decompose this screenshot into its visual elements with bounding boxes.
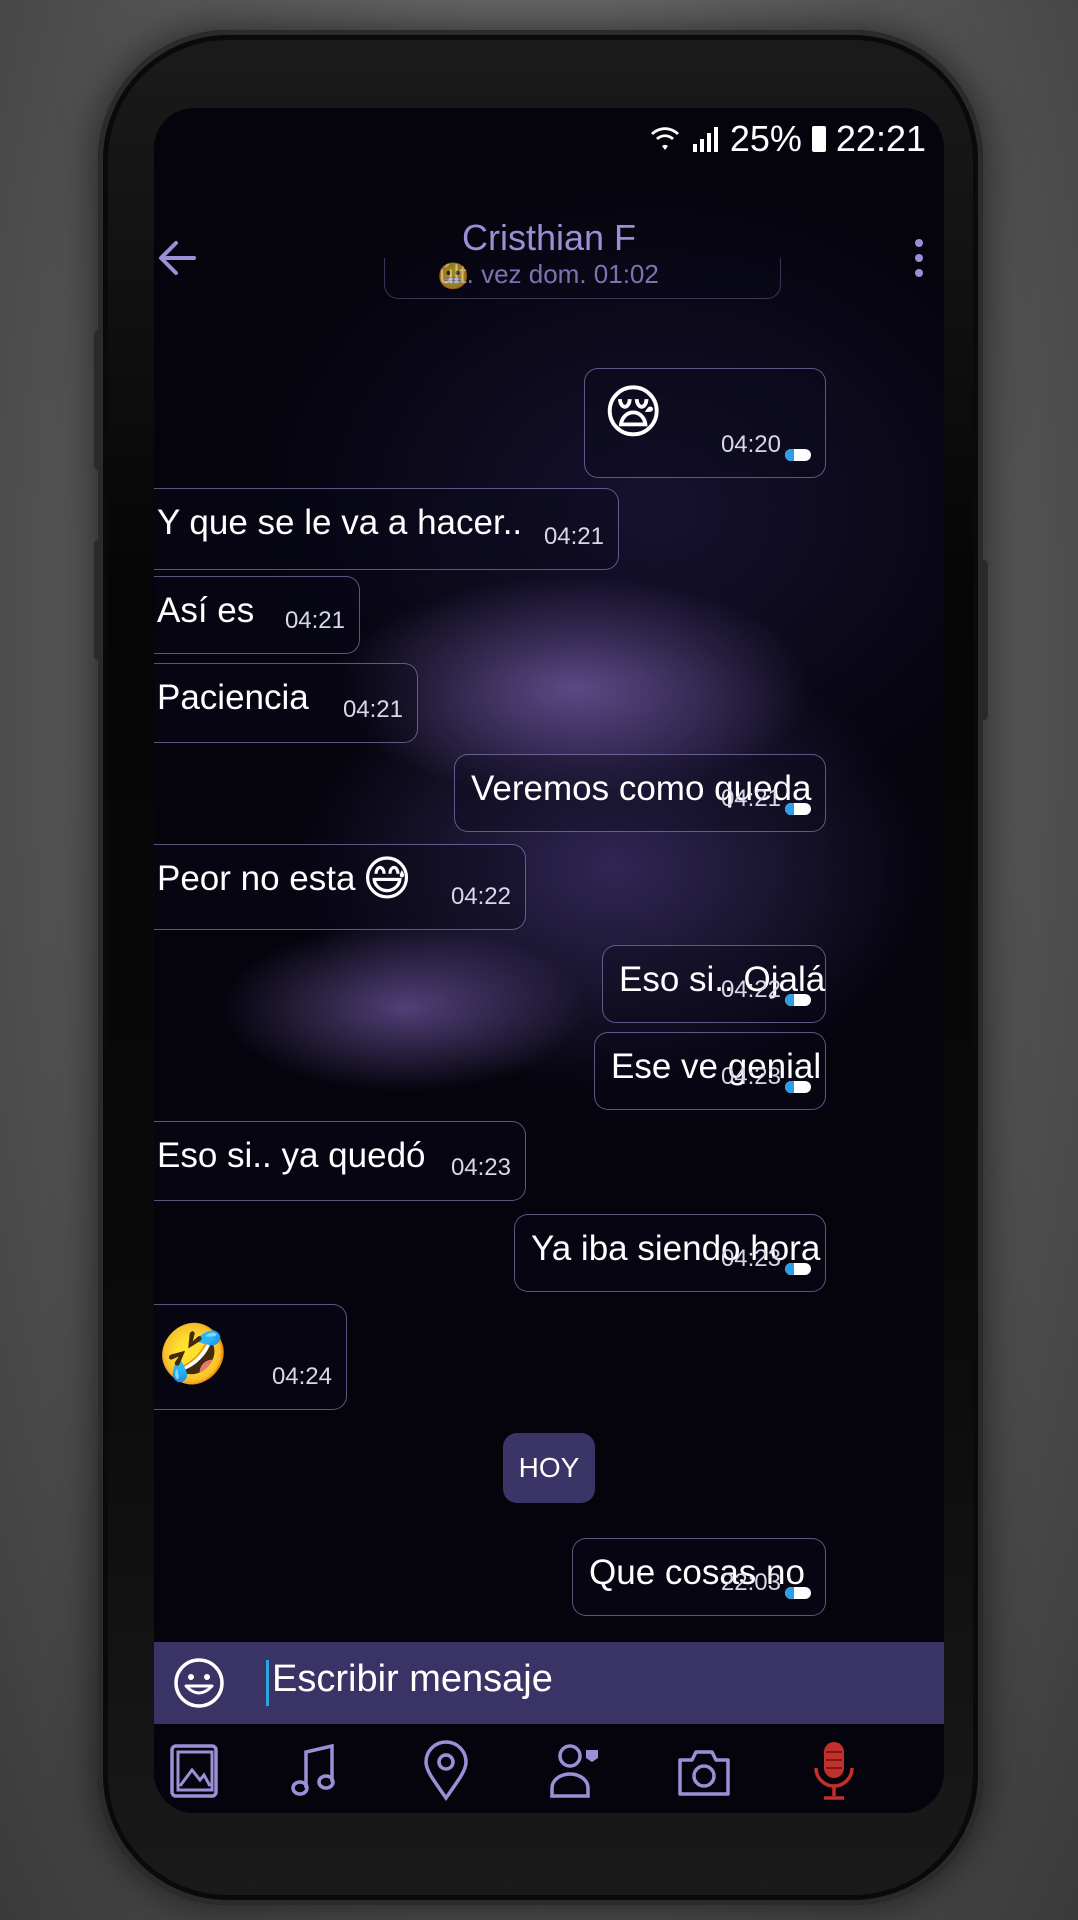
bixby-button: [94, 540, 102, 660]
gallery-icon[interactable]: [164, 1738, 224, 1804]
camera-icon[interactable]: [674, 1738, 734, 1804]
message-text: Peor no esta: [157, 859, 356, 898]
read-receipt-icon: [785, 994, 811, 1006]
grin-emoji: 😬: [437, 261, 470, 291]
clock: 22:21: [835, 118, 926, 159]
message-bubble[interactable]: Que cosas no 22:03: [572, 1538, 826, 1616]
wifi-icon: [650, 127, 679, 150]
status-bar: 25% 22:21: [650, 118, 926, 160]
signal-icon: [692, 127, 718, 152]
message-time: 04:20: [720, 431, 781, 458]
read-receipt-icon: [785, 1081, 811, 1093]
message-composer: Escribir mensaje: [154, 1642, 944, 1724]
message-bubble[interactable]: Eso si.. ya quedó 04:23: [154, 1121, 526, 1201]
message-time: 04:21: [284, 607, 345, 634]
message-time: 04:21: [342, 696, 403, 723]
message-time: 04:23: [720, 1245, 781, 1272]
message-bubble[interactable]: Ya iba siendo hora 04:23: [514, 1214, 826, 1292]
message-time: 04:22: [720, 976, 781, 1003]
message-bubble[interactable]: 😪 04:20: [584, 368, 826, 478]
message-input[interactable]: Escribir mensaje: [272, 1658, 553, 1701]
contact-icon[interactable]: [544, 1738, 604, 1804]
volume-button: [94, 330, 102, 470]
message-time: 04:23: [450, 1154, 511, 1181]
day-divider: HOY: [503, 1433, 595, 1503]
chat-screen: 25% 22:21 Cristhian F últ. vez dom. 01:0…: [154, 108, 944, 1813]
text-cursor: [266, 1660, 269, 1706]
message-text: Paciencia: [157, 678, 309, 717]
power-button: [980, 560, 988, 720]
message-bubble-partial: 😬: [384, 258, 781, 299]
message-bubble[interactable]: Así es 04:21: [154, 576, 360, 654]
more-options-icon[interactable]: [904, 233, 934, 283]
message-time: 04:21: [720, 785, 781, 812]
location-icon[interactable]: [416, 1738, 476, 1804]
message-time: 22:03: [720, 1569, 781, 1596]
read-receipt-icon: [785, 1587, 811, 1599]
attachment-toolbar: [154, 1738, 944, 1808]
battery-percentage: 25%: [729, 118, 802, 159]
read-receipt-icon: [785, 803, 811, 815]
emoji-icon[interactable]: [172, 1656, 226, 1710]
message-bubble[interactable]: Y que se le va a hacer.. 04:21: [154, 488, 619, 570]
sweat-smile-emoji: 😅: [362, 853, 413, 906]
read-receipt-icon: [785, 449, 811, 461]
message-bubble[interactable]: Paciencia 04:21: [154, 663, 418, 743]
message-bubble[interactable]: Veremos como queda 04:21: [454, 754, 826, 832]
message-text: Eso si.. ya quedó: [157, 1136, 426, 1175]
message-bubble[interactable]: Eso si.. Ojalá 04:22: [602, 945, 826, 1023]
music-icon[interactable]: [284, 1738, 344, 1804]
message-time: 04:23: [720, 1063, 781, 1090]
message-bubble[interactable]: 🤣 04:24: [154, 1304, 347, 1410]
sleepy-emoji: 😪: [603, 380, 664, 445]
message-time: 04:22: [450, 883, 511, 910]
message-text: Y que se le va a hacer..: [157, 503, 523, 542]
message-bubble[interactable]: Peor no esta 😅 04:22: [154, 844, 526, 930]
message-time: 04:24: [271, 1363, 332, 1390]
message-bubble[interactable]: Ese ve genial 04:23: [594, 1032, 826, 1110]
message-text: Así es: [157, 591, 255, 630]
rofl-emoji: 🤣: [157, 1322, 230, 1387]
microphone-icon[interactable]: [804, 1738, 864, 1804]
message-time: 04:21: [543, 523, 604, 550]
read-receipt-icon: [785, 1263, 811, 1275]
contact-name[interactable]: Cristhian F: [154, 217, 944, 259]
battery-icon: [811, 126, 826, 152]
